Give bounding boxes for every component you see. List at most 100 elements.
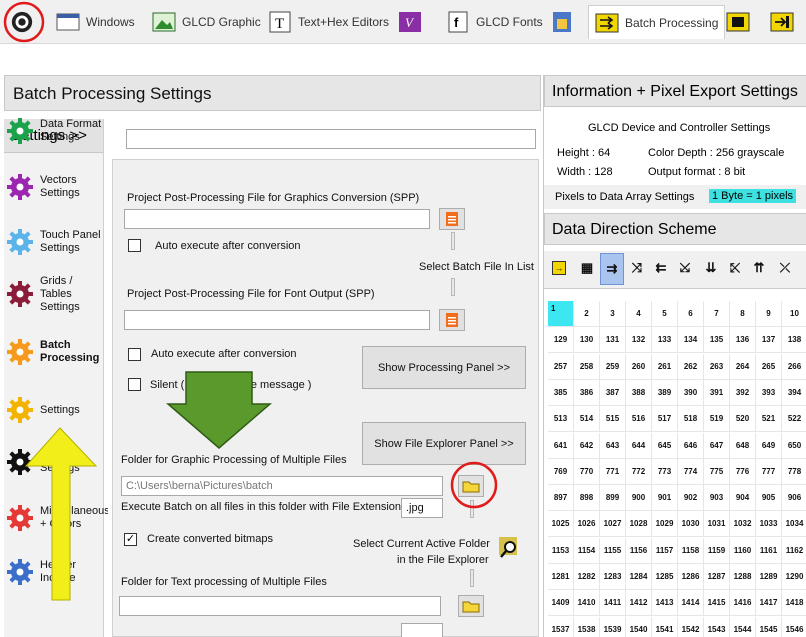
gear-icon bbox=[7, 118, 33, 144]
folder-graphic-browse-button[interactable] bbox=[458, 475, 484, 497]
grid-cell: 516 bbox=[626, 406, 652, 433]
grid-cell: 647 bbox=[704, 432, 730, 459]
scroll-handle[interactable] bbox=[451, 232, 455, 250]
grid-cell: 1412 bbox=[626, 590, 652, 617]
folder-graphic-input[interactable]: C:\Users\berna\Pictures\batch bbox=[121, 476, 443, 496]
batch-processing-toolbar-button[interactable]: Batch Processing bbox=[588, 5, 726, 39]
grid-cell: 1159 bbox=[704, 537, 730, 564]
text-hex-editors-toolbar-button[interactable]: T Text+Hex Editors bbox=[262, 5, 395, 39]
grid-cell: 1286 bbox=[678, 564, 704, 590]
direction-icon-1[interactable]: ⇉ bbox=[600, 253, 624, 285]
sidebar-item-5[interactable]: Settings bbox=[4, 387, 104, 433]
grid-cell: 133 bbox=[652, 327, 678, 354]
grid-cell: 519 bbox=[704, 406, 730, 433]
grid-cell: 900 bbox=[626, 485, 652, 512]
gear-icon bbox=[7, 281, 33, 307]
spp-font-input[interactable] bbox=[124, 310, 430, 330]
grid-cell: 899 bbox=[600, 485, 626, 512]
direction-icon-2[interactable]: ⤨ bbox=[628, 259, 646, 277]
grid-cell: 1413 bbox=[652, 590, 678, 617]
pixel-order-grid: 1 2 3 4 5 6 7 8 9 10 129 130 131 132 133 134 135 136 137 13… bbox=[548, 301, 806, 637]
grid-cell: 1282 bbox=[574, 564, 600, 590]
grid-cell: 9 bbox=[756, 301, 782, 327]
scroll-handle[interactable] bbox=[470, 500, 474, 518]
grid-cell: 770 bbox=[574, 458, 600, 485]
file-extension-input[interactable]: .jpg bbox=[401, 498, 443, 518]
grid-cell: 522 bbox=[782, 406, 806, 433]
grid-cell: 1542 bbox=[678, 616, 704, 637]
spp-graphics-input[interactable] bbox=[124, 209, 430, 229]
scroll-handle[interactable] bbox=[470, 569, 474, 587]
text-extension-input[interactable] bbox=[401, 623, 443, 637]
grid-cell: 1 bbox=[548, 301, 574, 327]
grid-cell: 1546 bbox=[782, 617, 806, 637]
direction-icon-8[interactable]: ⤫ bbox=[776, 259, 794, 277]
grid-cell: 6 bbox=[678, 301, 704, 327]
export-toolbar-button[interactable] bbox=[764, 5, 806, 39]
settings-toolbar-button[interactable] bbox=[4, 5, 46, 39]
gear-icon bbox=[7, 174, 33, 200]
file-open-icon bbox=[446, 313, 458, 327]
grid-cell: 265 bbox=[756, 353, 782, 380]
sidebar-item-0[interactable]: Data Format Settings bbox=[4, 108, 104, 154]
gear-icon bbox=[7, 505, 33, 531]
grid-cell: 7 bbox=[704, 301, 730, 327]
grid-cell: 263 bbox=[704, 353, 730, 380]
grid-cell: 386 bbox=[574, 379, 600, 406]
direction-yellow-icon[interactable]: → bbox=[552, 261, 566, 275]
height-value: Height : 64 bbox=[557, 147, 611, 159]
show-processing-panel-button[interactable]: Show Processing Panel >> bbox=[362, 346, 526, 389]
export-icon bbox=[770, 11, 794, 33]
grid-cell: 1284 bbox=[626, 564, 652, 590]
folder-text-browse-button[interactable] bbox=[458, 595, 484, 617]
grid-cell: 775 bbox=[704, 458, 730, 485]
create-converted-label: Create converted bitmaps bbox=[147, 533, 273, 545]
sidebar-item-8[interactable]: Header Include bbox=[4, 549, 104, 595]
direction-icon-3[interactable]: ⇇ bbox=[652, 259, 670, 277]
sidebar-item-7[interactable]: Miscellaneous + Colors bbox=[4, 495, 110, 541]
grid-cell: 1418 bbox=[782, 590, 806, 617]
sidebar-item-2[interactable]: Touch Panel Settings bbox=[4, 219, 104, 265]
folder-text-input[interactable] bbox=[119, 596, 441, 616]
direction-icon-5[interactable]: ⇊ bbox=[702, 259, 720, 277]
sidebar-item-1[interactable]: Vectors Settings bbox=[4, 164, 104, 210]
create-converted-checkbox[interactable]: ✓ bbox=[124, 533, 137, 546]
direction-icon-7[interactable]: ⇈ bbox=[750, 259, 768, 277]
glcd-graphic-toolbar-button[interactable]: GLCD Graphic bbox=[146, 5, 267, 39]
select-active-folder-button[interactable] bbox=[496, 534, 522, 560]
grid-cell: 1415 bbox=[704, 590, 730, 617]
sidebar-item-4[interactable]: Batch Processing bbox=[4, 329, 104, 375]
grid-cell: 1028 bbox=[626, 511, 652, 538]
color-depth-value: Color Depth : 256 grayscale bbox=[648, 147, 785, 159]
direction-icon-4[interactable]: ⤩ bbox=[676, 259, 694, 277]
auto-execute-graphics-checkbox[interactable] bbox=[128, 239, 141, 252]
top-input[interactable] bbox=[126, 129, 536, 149]
v-toolbar-button[interactable]: V bbox=[392, 5, 434, 39]
text-icon: T bbox=[268, 11, 292, 33]
sidebar-item-6[interactable]: System Settings bbox=[4, 439, 104, 485]
device-icon bbox=[550, 11, 574, 33]
silent-label: Silent ( no occurrence message ) bbox=[150, 379, 312, 391]
grid-cell: 131 bbox=[600, 327, 626, 354]
show-file-explorer-panel-button[interactable]: Show File Explorer Panel >> bbox=[362, 422, 526, 465]
pixels-badge: 1 Byte = 1 pixels bbox=[709, 189, 797, 203]
windows-toolbar-button[interactable]: Windows bbox=[50, 5, 141, 39]
spp-font-open-button[interactable] bbox=[439, 309, 465, 331]
sidebar-item-3[interactable]: Grids / Tables Settings bbox=[4, 271, 104, 317]
silent-checkbox[interactable] bbox=[128, 378, 141, 391]
grid-cell: 648 bbox=[730, 432, 756, 459]
grid-cell: 642 bbox=[574, 432, 600, 459]
grid-cell: 1287 bbox=[704, 564, 730, 590]
film-toolbar-button[interactable] bbox=[720, 5, 762, 39]
grid-cell: 1155 bbox=[600, 537, 626, 564]
direction-icon-6[interactable]: ⤪ bbox=[726, 259, 744, 277]
auto-execute-graphics-label: Auto execute after conversion bbox=[155, 240, 301, 252]
auto-execute-font-checkbox[interactable] bbox=[128, 348, 141, 361]
device-toolbar-button[interactable] bbox=[544, 5, 586, 39]
grid-cell: 388 bbox=[626, 379, 652, 406]
spp-graphics-open-button[interactable] bbox=[439, 208, 465, 230]
scroll-handle[interactable] bbox=[451, 278, 455, 296]
direction-grid-icon[interactable]: ▦ bbox=[578, 259, 596, 277]
window-icon bbox=[56, 11, 80, 33]
glcd-fonts-toolbar-button[interactable]: f GLCD Fonts bbox=[440, 5, 549, 39]
